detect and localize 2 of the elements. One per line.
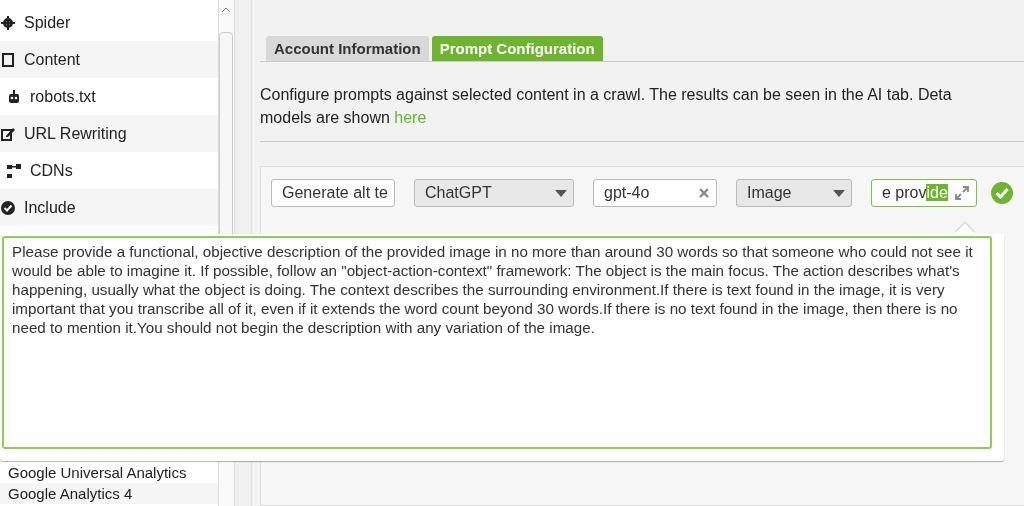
description-text: Configure prompts against selected content in a crawl. The results can be seen in the AI tab. Deta bbox=[260, 85, 953, 105]
description-text: models are shown bbox=[260, 109, 391, 126]
